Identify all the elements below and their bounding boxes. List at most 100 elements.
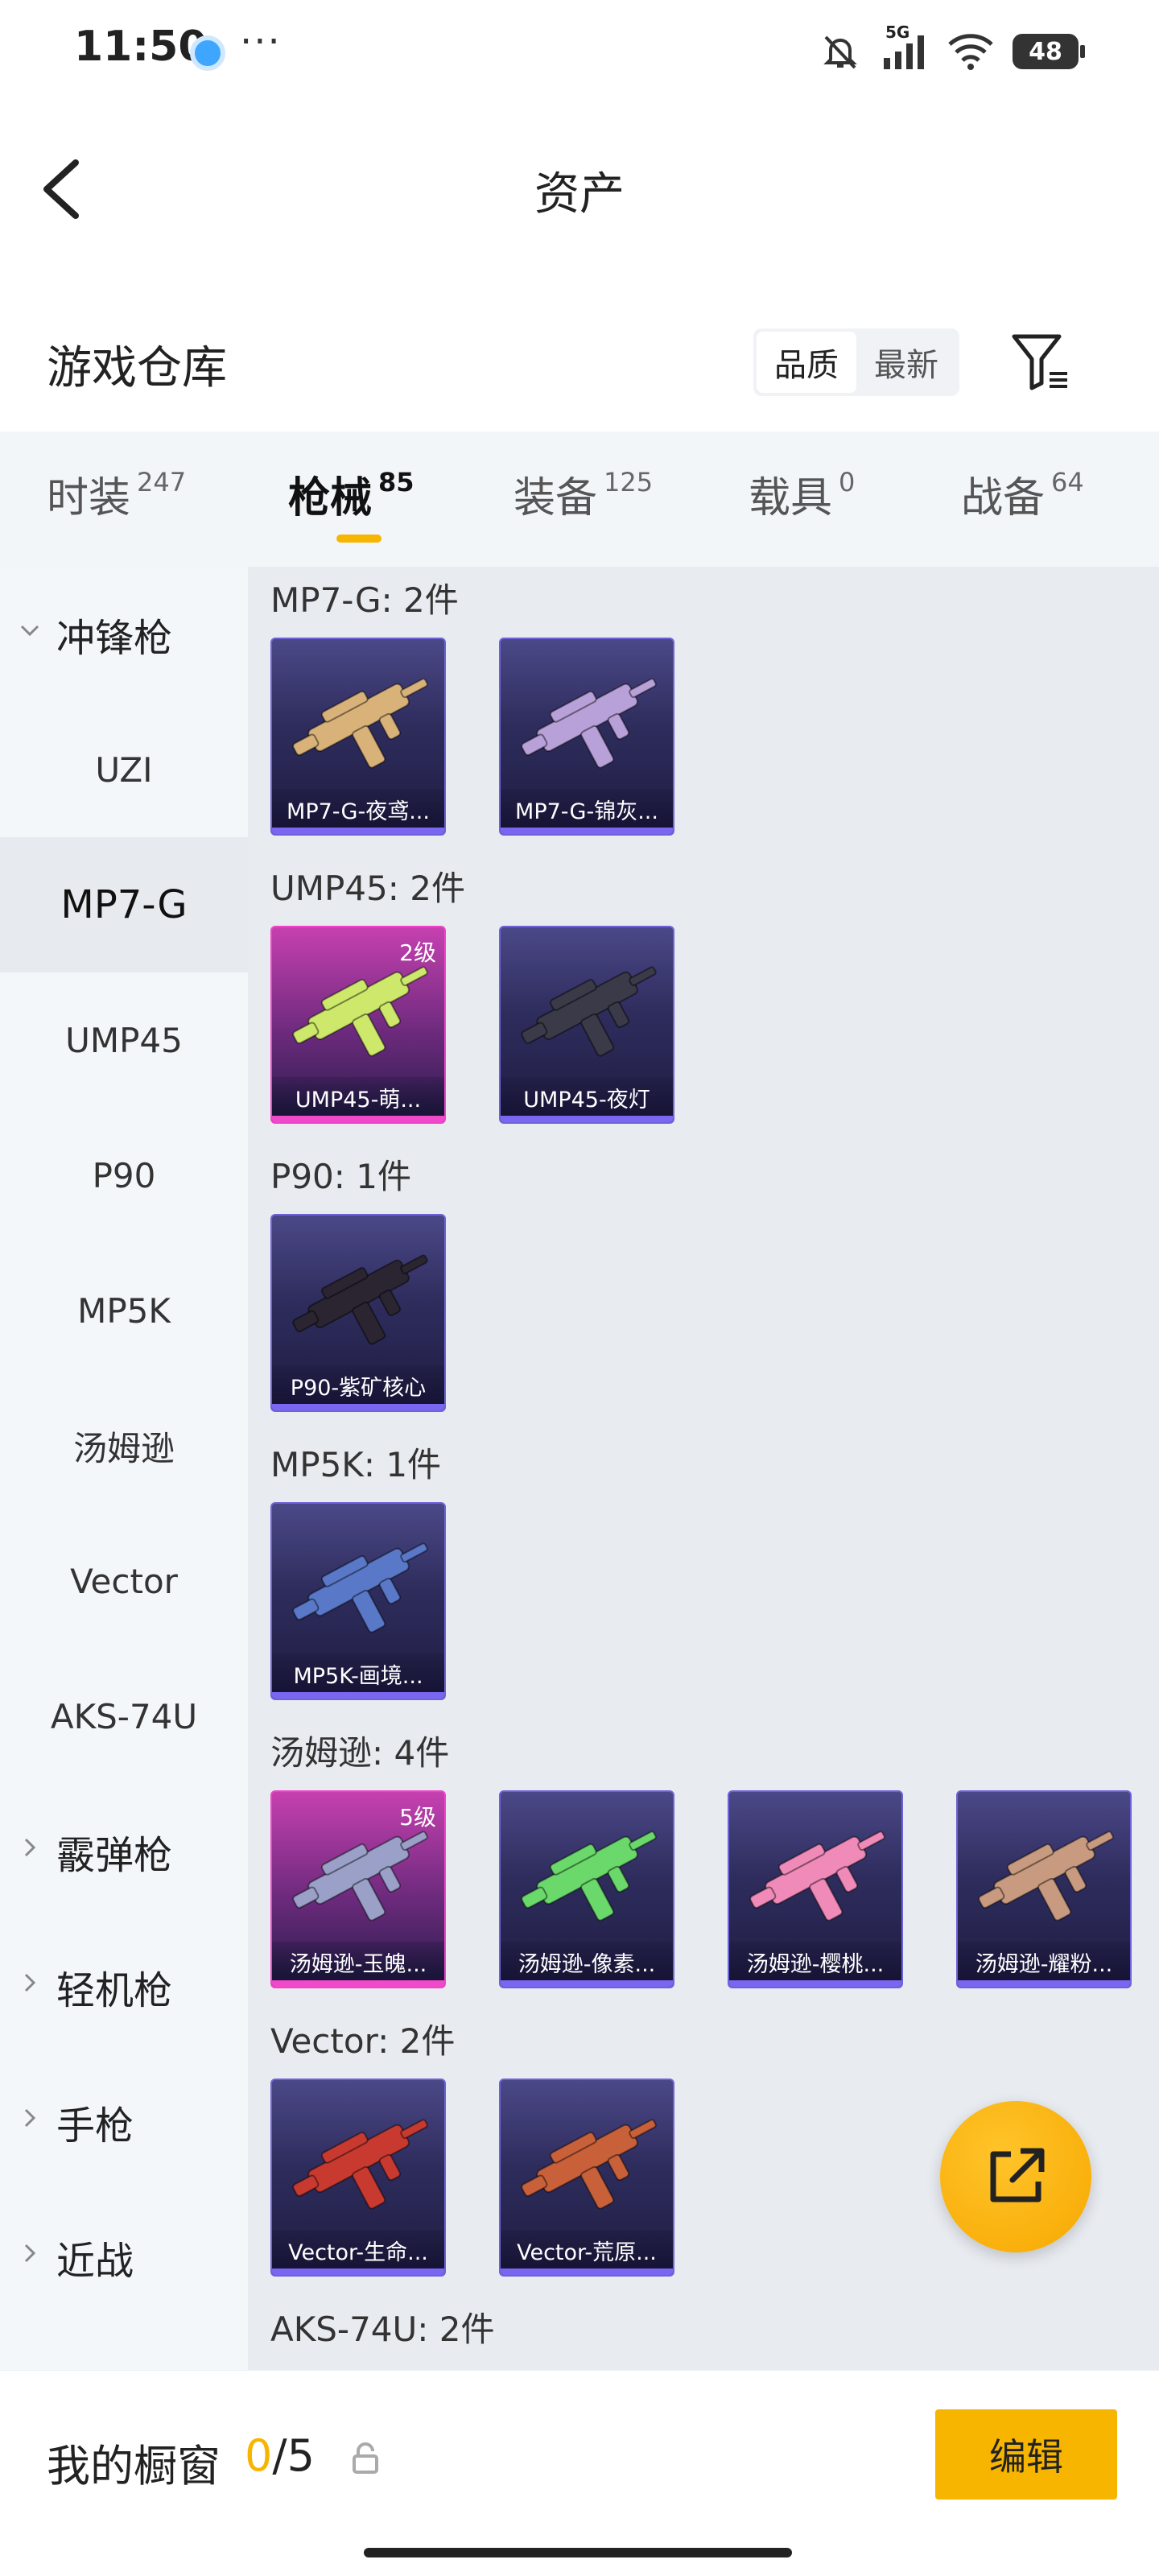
weapon-grid: MP7-G: 2件 MP7-G-夜鸢... MP7-G-锦灰... UMP45:… — [248, 567, 1159, 2370]
status-time: 11:50 — [74, 23, 208, 71]
tab-label: 战备 — [961, 474, 1046, 522]
rarity-bar — [501, 2268, 673, 2275]
tab-count: 64 — [1051, 467, 1084, 497]
active-tab-indicator — [336, 535, 382, 543]
lock-icon — [353, 2442, 378, 2474]
sidebar-category-melee[interactable]: 近战 — [0, 2190, 248, 2325]
group-title: 汤姆逊: 4件 — [270, 1733, 450, 1773]
rarity-bar — [501, 1116, 673, 1122]
weapon-card[interactable]: 2级 UMP45-萌... — [270, 926, 446, 1124]
share-external-icon — [990, 2148, 1045, 2202]
status-icons: 5G 48 — [819, 23, 1085, 76]
weapon-card[interactable]: P90-紫矿核心 — [270, 1214, 446, 1412]
rarity-bar — [272, 1692, 444, 1699]
weapon-card[interactable]: Vector-荒原... — [499, 2079, 674, 2277]
tab-firearms[interactable]: 枪械 85 — [288, 464, 415, 524]
sidebar-item-uzi[interactable]: UZI — [0, 702, 248, 837]
sidebar-item-mp5k[interactable]: MP5K — [0, 1243, 248, 1378]
level-badge: 2级 — [399, 939, 436, 966]
tab-battle-prep[interactable]: 战备 64 — [961, 464, 1084, 524]
weapon-card[interactable]: 5级 汤姆逊-玉魄... — [270, 1790, 446, 1988]
sidebar-category-smg[interactable]: 冲锋枪 — [0, 567, 248, 702]
tab-label: 载具 — [749, 474, 833, 522]
rarity-bar — [272, 1980, 444, 1987]
tab-count: 0 — [839, 467, 856, 497]
weapon-type-sidebar: 冲锋枪 UZI MP7-G UMP45 P90 MP5K 汤姆逊 Vector … — [0, 567, 248, 2370]
sidebar-item-p90[interactable]: P90 — [0, 1108, 248, 1243]
tab-label: 时装 — [47, 474, 131, 522]
tab-label: 枪械 — [288, 474, 373, 522]
battery-icon: 48 — [1013, 34, 1085, 69]
sidebar-item-mp7g[interactable]: MP7-G — [0, 837, 248, 972]
sidebar-category-lmg[interactable]: 轻机枪 — [0, 1919, 248, 2054]
wifi-icon — [948, 34, 993, 70]
weapon-image-icon — [292, 1542, 428, 1633]
sidebar-category-shotgun[interactable]: 霰弹枪 — [0, 1784, 248, 1919]
sidebar-item-label: UMP45 — [65, 1020, 183, 1060]
rarity-bar — [272, 2268, 444, 2275]
sidebar-item-aks74u[interactable]: AKS-74U — [0, 1649, 248, 1784]
filter-icon — [1012, 334, 1067, 390]
home-indicator[interactable] — [364, 2548, 792, 2557]
weapon-card[interactable]: Vector-生命... — [270, 2079, 446, 2277]
weapon-card[interactable]: 汤姆逊-樱桃... — [728, 1790, 903, 1988]
signal-icon: 5G — [879, 23, 929, 72]
chevron-right-icon — [24, 1973, 36, 1992]
notification-app-icon — [190, 35, 225, 71]
showcase-max: 5 — [287, 2430, 315, 2481]
weapon-card[interactable]: UMP45-夜灯 — [499, 926, 674, 1124]
sidebar-item-label: AKS-74U — [50, 1696, 198, 1736]
rarity-bar — [272, 828, 444, 834]
chevron-down-icon — [20, 625, 39, 637]
sidebar-item-label: MP5K — [77, 1290, 171, 1331]
weapon-name: 汤姆逊-像素... — [501, 1942, 673, 1982]
group-title: P90: 1件 — [270, 1157, 411, 1196]
weapon-card[interactable]: MP7-G-锦灰... — [499, 638, 674, 836]
sidebar-item-label: MP7-G — [60, 882, 188, 927]
edit-showcase-button[interactable]: 编辑 — [935, 2409, 1117, 2500]
sidebar-category-pistol[interactable]: 手枪 — [0, 2054, 248, 2190]
weapon-name: 汤姆逊-玉魄... — [272, 1942, 444, 1982]
group-title: Vector: 2件 — [270, 2021, 456, 2061]
sidebar-item-vector[interactable]: Vector — [0, 1513, 248, 1649]
tab-equipment[interactable]: 装备 125 — [514, 464, 653, 524]
group-title: AKS-74U: 2件 — [270, 2310, 495, 2349]
group-title: UMP45: 2件 — [270, 869, 465, 908]
weapon-card[interactable]: 汤姆逊-耀粉... — [956, 1790, 1132, 1988]
rarity-bar — [958, 1980, 1130, 1987]
weapon-image-icon — [292, 2119, 428, 2210]
sidebar-item-label: 轻机枪 — [56, 1968, 173, 2013]
weapon-card[interactable]: MP7-G-夜鸢... — [270, 638, 446, 836]
group-title: MP5K: 1件 — [270, 1445, 442, 1484]
sidebar-item-thompson[interactable]: 汤姆逊 — [0, 1378, 248, 1513]
sort-by-quality[interactable]: 品质 — [757, 332, 856, 393]
level-badge: 5级 — [399, 1804, 436, 1831]
weapon-card[interactable]: MP5K-画境... — [270, 1502, 446, 1700]
weapon-name: 汤姆逊-樱桃... — [729, 1942, 901, 1982]
rarity-bar — [501, 1980, 673, 1987]
tab-vehicles[interactable]: 载具 0 — [749, 464, 855, 524]
share-fab-button[interactable] — [940, 2101, 1091, 2252]
filter-button[interactable] — [1009, 330, 1074, 394]
chevron-right-icon — [24, 2108, 36, 2128]
tab-fashion[interactable]: 时装 247 — [47, 464, 186, 524]
weapon-image-icon — [521, 2119, 657, 2210]
rarity-bar — [272, 1404, 444, 1410]
weapon-image-icon — [521, 1831, 657, 1922]
sidebar-item-label: P90 — [92, 1155, 156, 1195]
showcase-label: 我的橱窗 — [47, 2441, 221, 2491]
weapon-image-icon — [749, 1831, 885, 1922]
status-bar: 11:50 ··· 5G 48 — [0, 0, 1159, 97]
tab-count: 247 — [137, 467, 187, 497]
battery-level: 48 — [1029, 37, 1062, 66]
showcase-current: 0 — [245, 2430, 273, 2481]
page-title: 资产 — [534, 168, 625, 221]
weapon-name: MP7-G-锦灰... — [501, 789, 673, 829]
weapon-card[interactable]: 汤姆逊-像素... — [499, 1790, 674, 1988]
sort-by-newest[interactable]: 最新 — [856, 332, 956, 393]
mute-bell-icon — [823, 35, 857, 69]
tab-label: 装备 — [514, 474, 598, 522]
sidebar-item-ump45[interactable]: UMP45 — [0, 972, 248, 1108]
rarity-bar — [729, 1980, 901, 1987]
sidebar-item-label: 汤姆逊 — [72, 1428, 175, 1468]
